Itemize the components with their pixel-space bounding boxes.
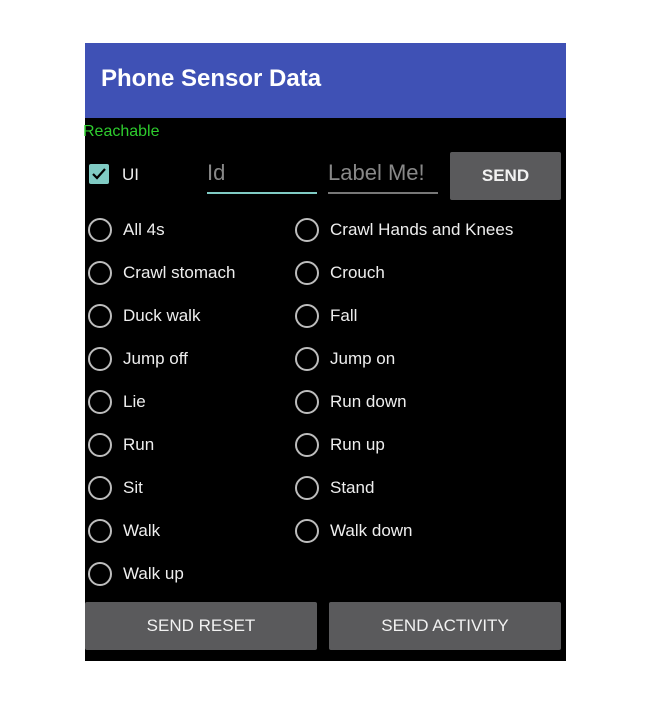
radio-circle-icon [295, 476, 319, 500]
ui-checkbox[interactable] [89, 164, 109, 184]
activity-label: Run down [330, 392, 407, 411]
radio-circle-icon [88, 562, 112, 586]
send-reset-button[interactable]: SEND RESET [85, 602, 317, 650]
radio-circle-icon [88, 476, 112, 500]
activity-label: Walk up [123, 564, 184, 583]
status-text: Reachable [83, 123, 160, 140]
activity-radio[interactable]: All 4s [88, 215, 165, 245]
ui-checkbox-label: UI [122, 165, 139, 184]
radio-circle-icon [88, 347, 112, 371]
checkmark-icon [92, 168, 106, 180]
activity-label: Run [123, 435, 155, 454]
activity-radio[interactable]: Walk up [88, 559, 184, 589]
activity-label: Duck walk [123, 306, 201, 325]
activity-label: Crawl Hands and Knees [330, 220, 514, 239]
activity-radio[interactable]: Run down [295, 387, 407, 417]
activity-radio[interactable]: Sit [88, 473, 143, 503]
radio-circle-icon [295, 519, 319, 543]
activity-radio[interactable]: Crouch [295, 258, 385, 288]
activity-radio[interactable]: Run [88, 430, 154, 460]
activity-label: Lie [123, 392, 146, 411]
radio-circle-icon [295, 347, 319, 371]
radio-circle-icon [295, 433, 319, 457]
activity-label: Jump on [330, 349, 396, 368]
radio-circle-icon [88, 304, 112, 328]
activity-label: Walk [123, 521, 161, 540]
activity-label: Crawl stomach [123, 263, 236, 282]
activity-label: Walk down [330, 521, 413, 540]
activity-radio[interactable]: Run up [295, 430, 385, 460]
app-bar: Phone Sensor Data [85, 43, 566, 118]
radio-circle-icon [88, 218, 112, 242]
send-button[interactable]: SEND [450, 152, 561, 200]
radio-circle-icon [88, 261, 112, 285]
activity-radio[interactable]: Fall [295, 301, 357, 331]
radio-circle-icon [295, 304, 319, 328]
label-input[interactable]: Label Me! [328, 158, 438, 194]
activity-radio[interactable]: Jump on [295, 344, 395, 374]
activity-label: All 4s [123, 220, 165, 239]
activity-label: Fall [330, 306, 358, 325]
activity-label: Sit [123, 478, 143, 497]
activity-radio[interactable]: Walk [88, 516, 160, 546]
radio-circle-icon [88, 433, 112, 457]
activity-label: Jump off [123, 349, 188, 368]
radio-circle-icon [295, 218, 319, 242]
activity-label: Crouch [330, 263, 385, 282]
activity-label: Run up [330, 435, 385, 454]
app-title: Phone Sensor Data [101, 65, 322, 92]
radio-circle-icon [295, 390, 319, 414]
radio-circle-icon [88, 519, 112, 543]
id-input-placeholder: Id [207, 160, 226, 185]
activity-label: Stand [330, 478, 375, 497]
id-input[interactable]: Id [207, 158, 317, 194]
label-input-placeholder: Label Me! [328, 160, 425, 185]
activity-radio[interactable]: Jump off [88, 344, 188, 374]
activity-radio[interactable]: Lie [88, 387, 146, 417]
radio-circle-icon [295, 261, 319, 285]
send-activity-button[interactable]: SEND ACTIVITY [329, 602, 561, 650]
activity-radio[interactable]: Crawl Hands and Knees [295, 215, 513, 245]
radio-circle-icon [88, 390, 112, 414]
activity-radio[interactable]: Stand [295, 473, 374, 503]
activity-radio[interactable]: Walk down [295, 516, 413, 546]
activity-radio[interactable]: Crawl stomach [88, 258, 235, 288]
activity-radio[interactable]: Duck walk [88, 301, 200, 331]
app-screen: Phone Sensor Data Reachable UI Id Label … [83, 43, 566, 661]
